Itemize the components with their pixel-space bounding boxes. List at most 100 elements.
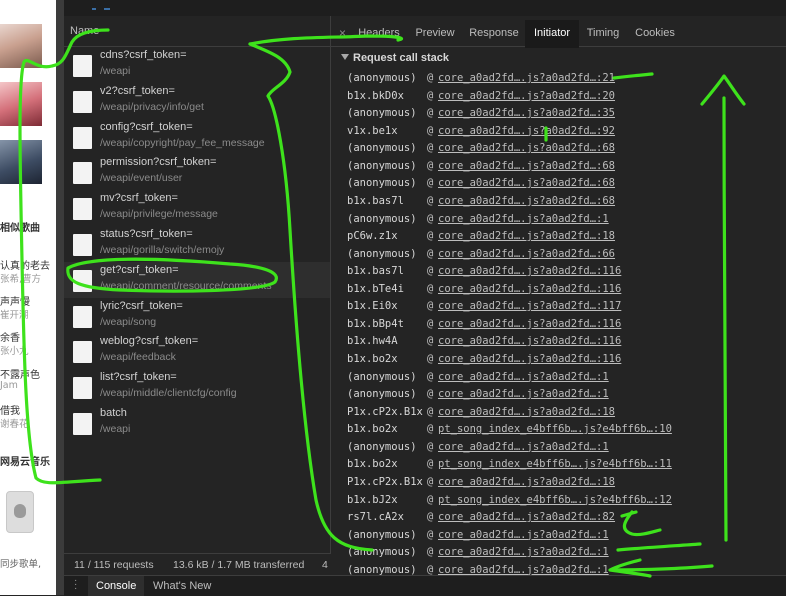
frame-source-link[interactable]: core_a0ad2fd….js?a0ad2fd…:116 (438, 281, 621, 298)
similar-song-title[interactable]: 余香 (0, 329, 20, 344)
status-extra: 4 (322, 559, 328, 571)
request-path: /weapi/middle/clientcfg/config (100, 387, 237, 400)
request-row[interactable]: list?csrf_token= /weapi/middle/clientcfg/… (64, 369, 330, 405)
tab-preview[interactable]: Preview (411, 20, 459, 46)
frame-function: b1x.bo2x (347, 458, 398, 471)
similar-song-artist[interactable]: 谢春花 (0, 416, 29, 430)
document-icon (73, 233, 92, 256)
song-cover-thumbnail[interactable] (0, 24, 42, 68)
similar-song-title[interactable]: 借我 (0, 402, 20, 417)
frame-function: b1x.bJ2x (347, 493, 398, 506)
frame-function: (anonymous) (347, 107, 417, 120)
frame-function: b1x.bas7l (347, 194, 404, 207)
frame-source-link[interactable]: core_a0ad2fd….js?a0ad2fd…:82 (438, 509, 615, 526)
similar-song-title[interactable]: 声声慢 (0, 293, 30, 308)
frame-at-sign: @ (427, 265, 434, 278)
tab-whats-new[interactable]: What's New (145, 576, 219, 596)
request-row[interactable]: batch/weapi (64, 405, 330, 441)
frame-source-link[interactable]: core_a0ad2fd….js?a0ad2fd…:116 (438, 263, 621, 280)
frame-source-link[interactable]: core_a0ad2fd….js?a0ad2fd…:68 (438, 193, 615, 210)
stack-frame: b1x.bJ2x @ pt_song_index_e4bff6b….js?e4bff… (347, 492, 777, 510)
frame-function: (anonymous) (347, 159, 417, 172)
request-row[interactable]: status?csrf_token= /weapi/gorilla/switch/… (64, 226, 330, 262)
frame-function: (anonymous) (347, 142, 417, 155)
frame-function: (anonymous) (347, 546, 417, 559)
frame-source-link[interactable]: core_a0ad2fd….js?a0ad2fd…:18 (438, 228, 615, 245)
frame-at-sign: @ (427, 194, 434, 207)
frame-source-link[interactable]: core_a0ad2fd….js?a0ad2fd…:1 (438, 544, 609, 561)
panel-resizer[interactable] (56, 0, 64, 595)
frame-source-link[interactable]: core_a0ad2fd….js?a0ad2fd…:68 (438, 158, 615, 175)
frame-source-link[interactable]: core_a0ad2fd….js?a0ad2fd…:18 (438, 474, 615, 491)
call-stack-toggle[interactable]: Request call stack (341, 52, 449, 64)
frame-source-link[interactable]: core_a0ad2fd….js?a0ad2fd…:117 (438, 298, 621, 315)
frame-at-sign: @ (427, 177, 434, 190)
tab-response[interactable]: Response (466, 20, 522, 46)
triangle-down-icon (341, 54, 349, 60)
frame-source-link[interactable]: core_a0ad2fd….js?a0ad2fd…:116 (438, 333, 621, 350)
document-icon (73, 90, 92, 113)
frame-source-link[interactable]: core_a0ad2fd….js?a0ad2fd…:66 (438, 246, 615, 263)
frame-source-link[interactable]: core_a0ad2fd….js?a0ad2fd…:21 (438, 70, 615, 87)
similar-song-title[interactable]: 认真的老去 (0, 257, 50, 272)
song-cover-thumbnail[interactable] (0, 82, 42, 126)
close-icon[interactable]: × (339, 20, 346, 46)
frame-source-link[interactable]: core_a0ad2fd….js?a0ad2fd…:1 (438, 527, 609, 544)
frame-source-link[interactable]: core_a0ad2fd….js?a0ad2fd…:1 (438, 211, 609, 228)
frame-source-link[interactable]: core_a0ad2fd….js?a0ad2fd…:116 (438, 316, 621, 333)
frame-source-link[interactable]: core_a0ad2fd….js?a0ad2fd…:1 (438, 386, 609, 403)
frame-source-link[interactable]: core_a0ad2fd….js?a0ad2fd…:92 (438, 123, 615, 140)
similar-song-artist[interactable]: Jam (0, 380, 18, 391)
request-row[interactable]: cdns?csrf_token= /weapi (64, 47, 330, 83)
name-column-header[interactable]: Name (64, 16, 330, 47)
call-stack-list: (anonymous) @ core_a0ad2fd….js?a0ad2fd…:21… (347, 70, 777, 579)
request-row[interactable]: permission?csrf_token= /weapi/event/user (64, 154, 330, 190)
network-overview-strip (64, 0, 786, 16)
document-icon (73, 305, 92, 328)
stack-frame: (anonymous) @ core_a0ad2fd….js?a0ad2fd…:1 (347, 369, 777, 387)
frame-source-link[interactable]: core_a0ad2fd….js?a0ad2fd…:20 (438, 88, 615, 105)
tab-console[interactable]: Console (88, 576, 145, 596)
tab-cookies[interactable]: Cookies (631, 20, 679, 46)
tab-timing[interactable]: Timing (583, 20, 623, 46)
song-cover-thumbnail[interactable] (0, 140, 42, 184)
frame-at-sign: @ (427, 370, 434, 383)
frame-function: b1x.Ei0x (347, 300, 398, 313)
network-status-bar: 11 / 115 requests 13.6 kB / 1.7 MB trans… (64, 553, 331, 576)
frame-source-link[interactable]: pt_song_index_e4bff6b….js?e4bff6b…:11 (438, 456, 672, 473)
stack-frame: (anonymous) @ core_a0ad2fd….js?a0ad2fd…:68 (347, 175, 777, 193)
frame-source-link[interactable]: pt_song_index_e4bff6b….js?e4bff6b…:12 (438, 492, 672, 509)
similar-song-title[interactable]: 不露声色 (0, 366, 40, 381)
frame-at-sign: @ (427, 335, 434, 348)
frame-source-link[interactable]: core_a0ad2fd….js?a0ad2fd…:68 (438, 140, 615, 157)
detail-tabs: × Headers Preview Response Initiator Tim… (331, 20, 786, 48)
request-row[interactable]: get?csrf_token= /weapi/comment/resource/c… (64, 261, 330, 298)
request-row[interactable]: config?csrf_token= /weapi/copyright/pay_f… (64, 119, 330, 155)
more-vertical-icon[interactable]: · · · (74, 576, 77, 594)
frame-source-link[interactable]: core_a0ad2fd….js?a0ad2fd…:1 (438, 439, 609, 456)
request-row[interactable]: lyric?csrf_token= /weapi/song (64, 298, 330, 334)
frame-source-link[interactable]: pt_song_index_e4bff6b….js?e4bff6b…:10 (438, 421, 672, 438)
frame-source-link[interactable]: core_a0ad2fd….js?a0ad2fd…:116 (438, 351, 621, 368)
frame-function: b1x.bas7l (347, 265, 404, 278)
stack-frame: (anonymous) @ core_a0ad2fd….js?a0ad2fd…:68 (347, 140, 777, 158)
request-path: /weapi/gorilla/switch/emojy (100, 243, 225, 256)
frame-function: b1x.bo2x (347, 353, 398, 365)
tab-headers[interactable]: Headers (355, 20, 403, 46)
request-row[interactable]: v2?csrf_token= /weapi/privacy/info/get (64, 83, 330, 119)
request-name: v2?csrf_token= (100, 84, 175, 97)
stack-frame: (anonymous) @ core_a0ad2fd….js?a0ad2fd…:1 (347, 544, 777, 562)
frame-source-link[interactable]: core_a0ad2fd….js?a0ad2fd…:35 (438, 105, 615, 122)
request-name: list?csrf_token= (100, 371, 177, 384)
similar-song-artist[interactable]: 张希,曹方 (0, 271, 41, 285)
drawer-tab-bar: · · · Console What's New (64, 575, 786, 596)
tab-initiator[interactable]: Initiator (525, 20, 579, 48)
frame-source-link[interactable]: core_a0ad2fd….js?a0ad2fd…:68 (438, 175, 615, 192)
similar-song-artist[interactable]: 崔开潮 (0, 307, 29, 321)
request-row[interactable]: weblog?csrf_token= /weapi/feedback (64, 333, 330, 369)
similar-song-artist[interactable]: 张小九 (0, 343, 29, 357)
request-row[interactable]: mv?csrf_token= /weapi/privilege/message (64, 190, 330, 226)
apple-app-icon[interactable] (6, 491, 34, 533)
frame-source-link[interactable]: core_a0ad2fd….js?a0ad2fd…:1 (438, 369, 609, 386)
frame-source-link[interactable]: core_a0ad2fd….js?a0ad2fd…:18 (438, 404, 615, 421)
